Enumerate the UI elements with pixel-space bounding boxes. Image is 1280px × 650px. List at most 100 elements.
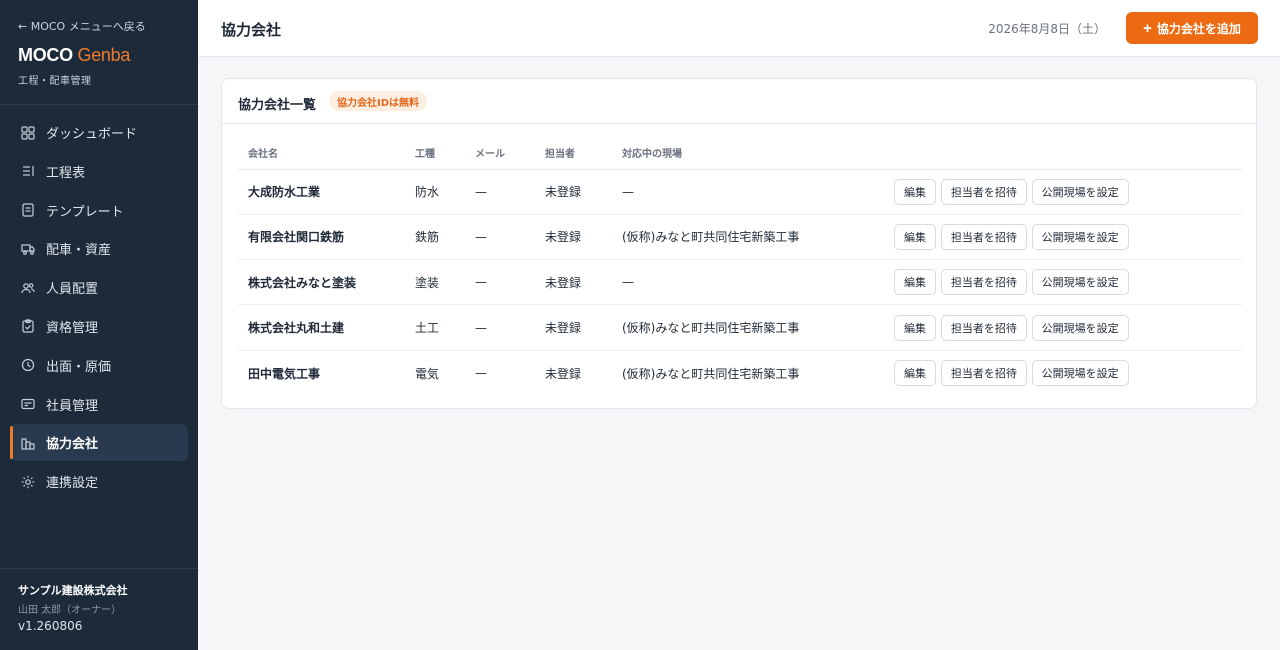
- invite-contact-button[interactable]: 担当者を招待: [940, 178, 1027, 205]
- column-header-trade: 工種: [415, 137, 475, 170]
- partner-contact: 未登録: [545, 304, 622, 351]
- add-partner-button[interactable]: + 協力会社を追加: [1126, 12, 1258, 44]
- free-id-badge: 協力会社IDは無料: [329, 91, 428, 111]
- row-actions: 編集 担当者を招待 公開現場を設定: [894, 304, 1242, 351]
- brand-subtitle: 工程・配車管理: [18, 76, 92, 87]
- sidebar-item-label: ダッシュボード: [46, 127, 138, 142]
- list-icon: [21, 164, 35, 178]
- partner-site: (仮称)みなと町共同住宅新築工事: [622, 366, 800, 381]
- partner-site: (仮称)みなと町共同住宅新築工事: [622, 214, 894, 261]
- id-card-icon: [21, 397, 35, 411]
- sidebar-item-label: 社員管理: [46, 398, 99, 414]
- row-actions: 編集 担当者を招待 公開現場を設定: [894, 350, 1242, 395]
- card-title: 協力会社一覧: [238, 98, 317, 113]
- sidebar-item-label: 出面・原価: [46, 359, 112, 375]
- sidebar-item-attendance-cost[interactable]: 出面・原価: [10, 347, 188, 384]
- sidebar-item-partners[interactable]: 協力会社: [10, 424, 188, 462]
- partner-email: —: [475, 169, 545, 215]
- sidebar-divider: [0, 104, 198, 105]
- sidebar-item-label: 人員配置: [46, 282, 99, 298]
- partner-table: 会社名 工種 メール 担当者 対応中の現場 大成防水工業 防水 — 未登録 — …: [238, 137, 1242, 395]
- sidebar-item-label: テンプレート: [46, 204, 124, 220]
- set-public-site-button[interactable]: 公開現場を設定: [1031, 223, 1129, 250]
- document-icon: [21, 203, 35, 217]
- sidebar-item-staffing[interactable]: 人員配置: [10, 269, 188, 306]
- partner-trade: 電気: [415, 366, 440, 381]
- partner-site: (仮称)みなと町共同住宅新築工事: [622, 304, 894, 351]
- buildings-icon: [21, 436, 35, 450]
- grid-icon: [21, 125, 35, 140]
- truck-icon: [21, 242, 35, 256]
- invite-contact-button[interactable]: 担当者を招待: [940, 314, 1027, 341]
- column-header-site: 対応中の現場: [622, 137, 894, 170]
- edit-button[interactable]: 編集: [894, 314, 936, 341]
- company-name: サンプル建設株式会社: [18, 584, 128, 597]
- edit-button[interactable]: 編集: [894, 269, 936, 296]
- partner-name: 株式会社みなと塗装: [238, 259, 415, 306]
- invite-contact-button[interactable]: 担当者を招待: [940, 360, 1027, 387]
- sidebar-item-label: 配車・資産: [46, 243, 112, 259]
- sidebar-item-label: 協力会社: [46, 437, 99, 453]
- sidebar-footer-divider: [0, 568, 198, 569]
- column-header-email: メール: [475, 137, 545, 170]
- invite-contact-button[interactable]: 担当者を招待: [940, 269, 1027, 296]
- page-header: 協力会社 2026年8月8日（土） + 協力会社を追加: [198, 0, 1280, 57]
- app-version: v1.260806: [18, 619, 83, 633]
- edit-button[interactable]: 編集: [894, 178, 936, 205]
- column-header-name: 会社名: [238, 137, 415, 170]
- current-date: 2026年8月8日（土）: [988, 22, 1106, 36]
- table-row: 田中電気工事 電気 — 未登録 (仮称)みなと町共同住宅新築工事 編集 担当者を…: [238, 350, 1242, 395]
- partner-site: —: [622, 169, 894, 215]
- partner-email: —: [475, 304, 545, 351]
- table-row: 株式会社みなと塗装 塗装 — 未登録 — 編集 担当者を招待 公開現場を設定: [238, 259, 1242, 306]
- brand-accent: Genba: [77, 45, 131, 65]
- partner-trade: 塗装: [415, 259, 475, 306]
- sidebar-item-label: 連携設定: [46, 476, 99, 492]
- sidebar-nav: ダッシュボード 工程表 テンプレート 配車・資産 人員配置 資格管理 出面・原価…: [10, 114, 188, 502]
- invite-contact-button[interactable]: 担当者を招待: [940, 223, 1027, 250]
- sidebar: ← MOCO メニューへ戻る MOCO Genba 工程・配車管理 ダッシュボー…: [0, 0, 198, 650]
- edit-button[interactable]: 編集: [894, 223, 936, 250]
- sidebar-item-schedule[interactable]: 工程表: [10, 153, 188, 190]
- users-icon: [21, 281, 35, 295]
- user-name: 山田 太郎（オーナー）: [18, 605, 122, 616]
- table-row: 有限会社関口鉄筋 鉄筋 — 未登録 (仮称)みなと町共同住宅新築工事 編集 担当…: [238, 214, 1242, 261]
- sidebar-item-label: 工程表: [46, 165, 86, 181]
- partner-site: —: [622, 259, 894, 306]
- partner-trade: 土工: [415, 304, 475, 351]
- table-row: 大成防水工業 防水 — 未登録 — 編集 担当者を招待 公開現場を設定: [238, 169, 1242, 215]
- row-actions: 編集 担当者を招待 公開現場を設定: [894, 214, 1242, 261]
- row-actions: 編集 担当者を招待 公開現場を設定: [894, 169, 1242, 215]
- set-public-site-button[interactable]: 公開現場を設定: [1031, 178, 1129, 205]
- sidebar-item-templates[interactable]: テンプレート: [10, 192, 188, 229]
- sun-icon: [21, 475, 35, 489]
- column-header-actions: [894, 137, 1242, 170]
- sidebar-item-qualifications[interactable]: 資格管理: [10, 308, 188, 345]
- partner-email: —: [475, 214, 545, 261]
- set-public-site-button[interactable]: 公開現場を設定: [1031, 269, 1129, 296]
- set-public-site-button[interactable]: 公開現場を設定: [1031, 314, 1129, 341]
- sidebar-item-employees[interactable]: 社員管理: [10, 386, 188, 423]
- partner-contact: 未登録: [545, 259, 622, 306]
- table-row: 株式会社丸和土建 土工 — 未登録 (仮称)みなと町共同住宅新築工事 編集 担当…: [238, 304, 1242, 351]
- clipboard-icon: [21, 319, 35, 334]
- partner-name: 大成防水工業: [238, 169, 415, 215]
- sidebar-item-vehicles[interactable]: 配車・資産: [10, 230, 188, 267]
- table-header-row: 会社名 工種 メール 担当者 対応中の現場: [238, 137, 1242, 170]
- partner-contact: 未登録: [545, 169, 622, 215]
- set-public-site-button[interactable]: 公開現場を設定: [1031, 360, 1129, 387]
- column-header-contact: 担当者: [545, 137, 622, 170]
- brand-main: MOCO: [18, 45, 73, 65]
- sidebar-item-integrations[interactable]: 連携設定: [10, 463, 188, 500]
- partner-email: —: [475, 366, 487, 381]
- sidebar-item-label: 資格管理: [46, 320, 99, 336]
- partner-trade: 防水: [415, 169, 475, 215]
- sidebar-item-dashboard[interactable]: ダッシュボード: [10, 114, 188, 151]
- back-to-moco-menu-link[interactable]: ← MOCO メニューへ戻る: [18, 18, 146, 34]
- partner-email: —: [475, 259, 545, 306]
- partner-name: 田中電気工事: [248, 366, 321, 381]
- page-title: 協力会社: [221, 21, 282, 39]
- partner-name: 有限会社関口鉄筋: [238, 214, 415, 261]
- edit-button[interactable]: 編集: [894, 360, 936, 387]
- plus-icon: +: [1143, 19, 1152, 37]
